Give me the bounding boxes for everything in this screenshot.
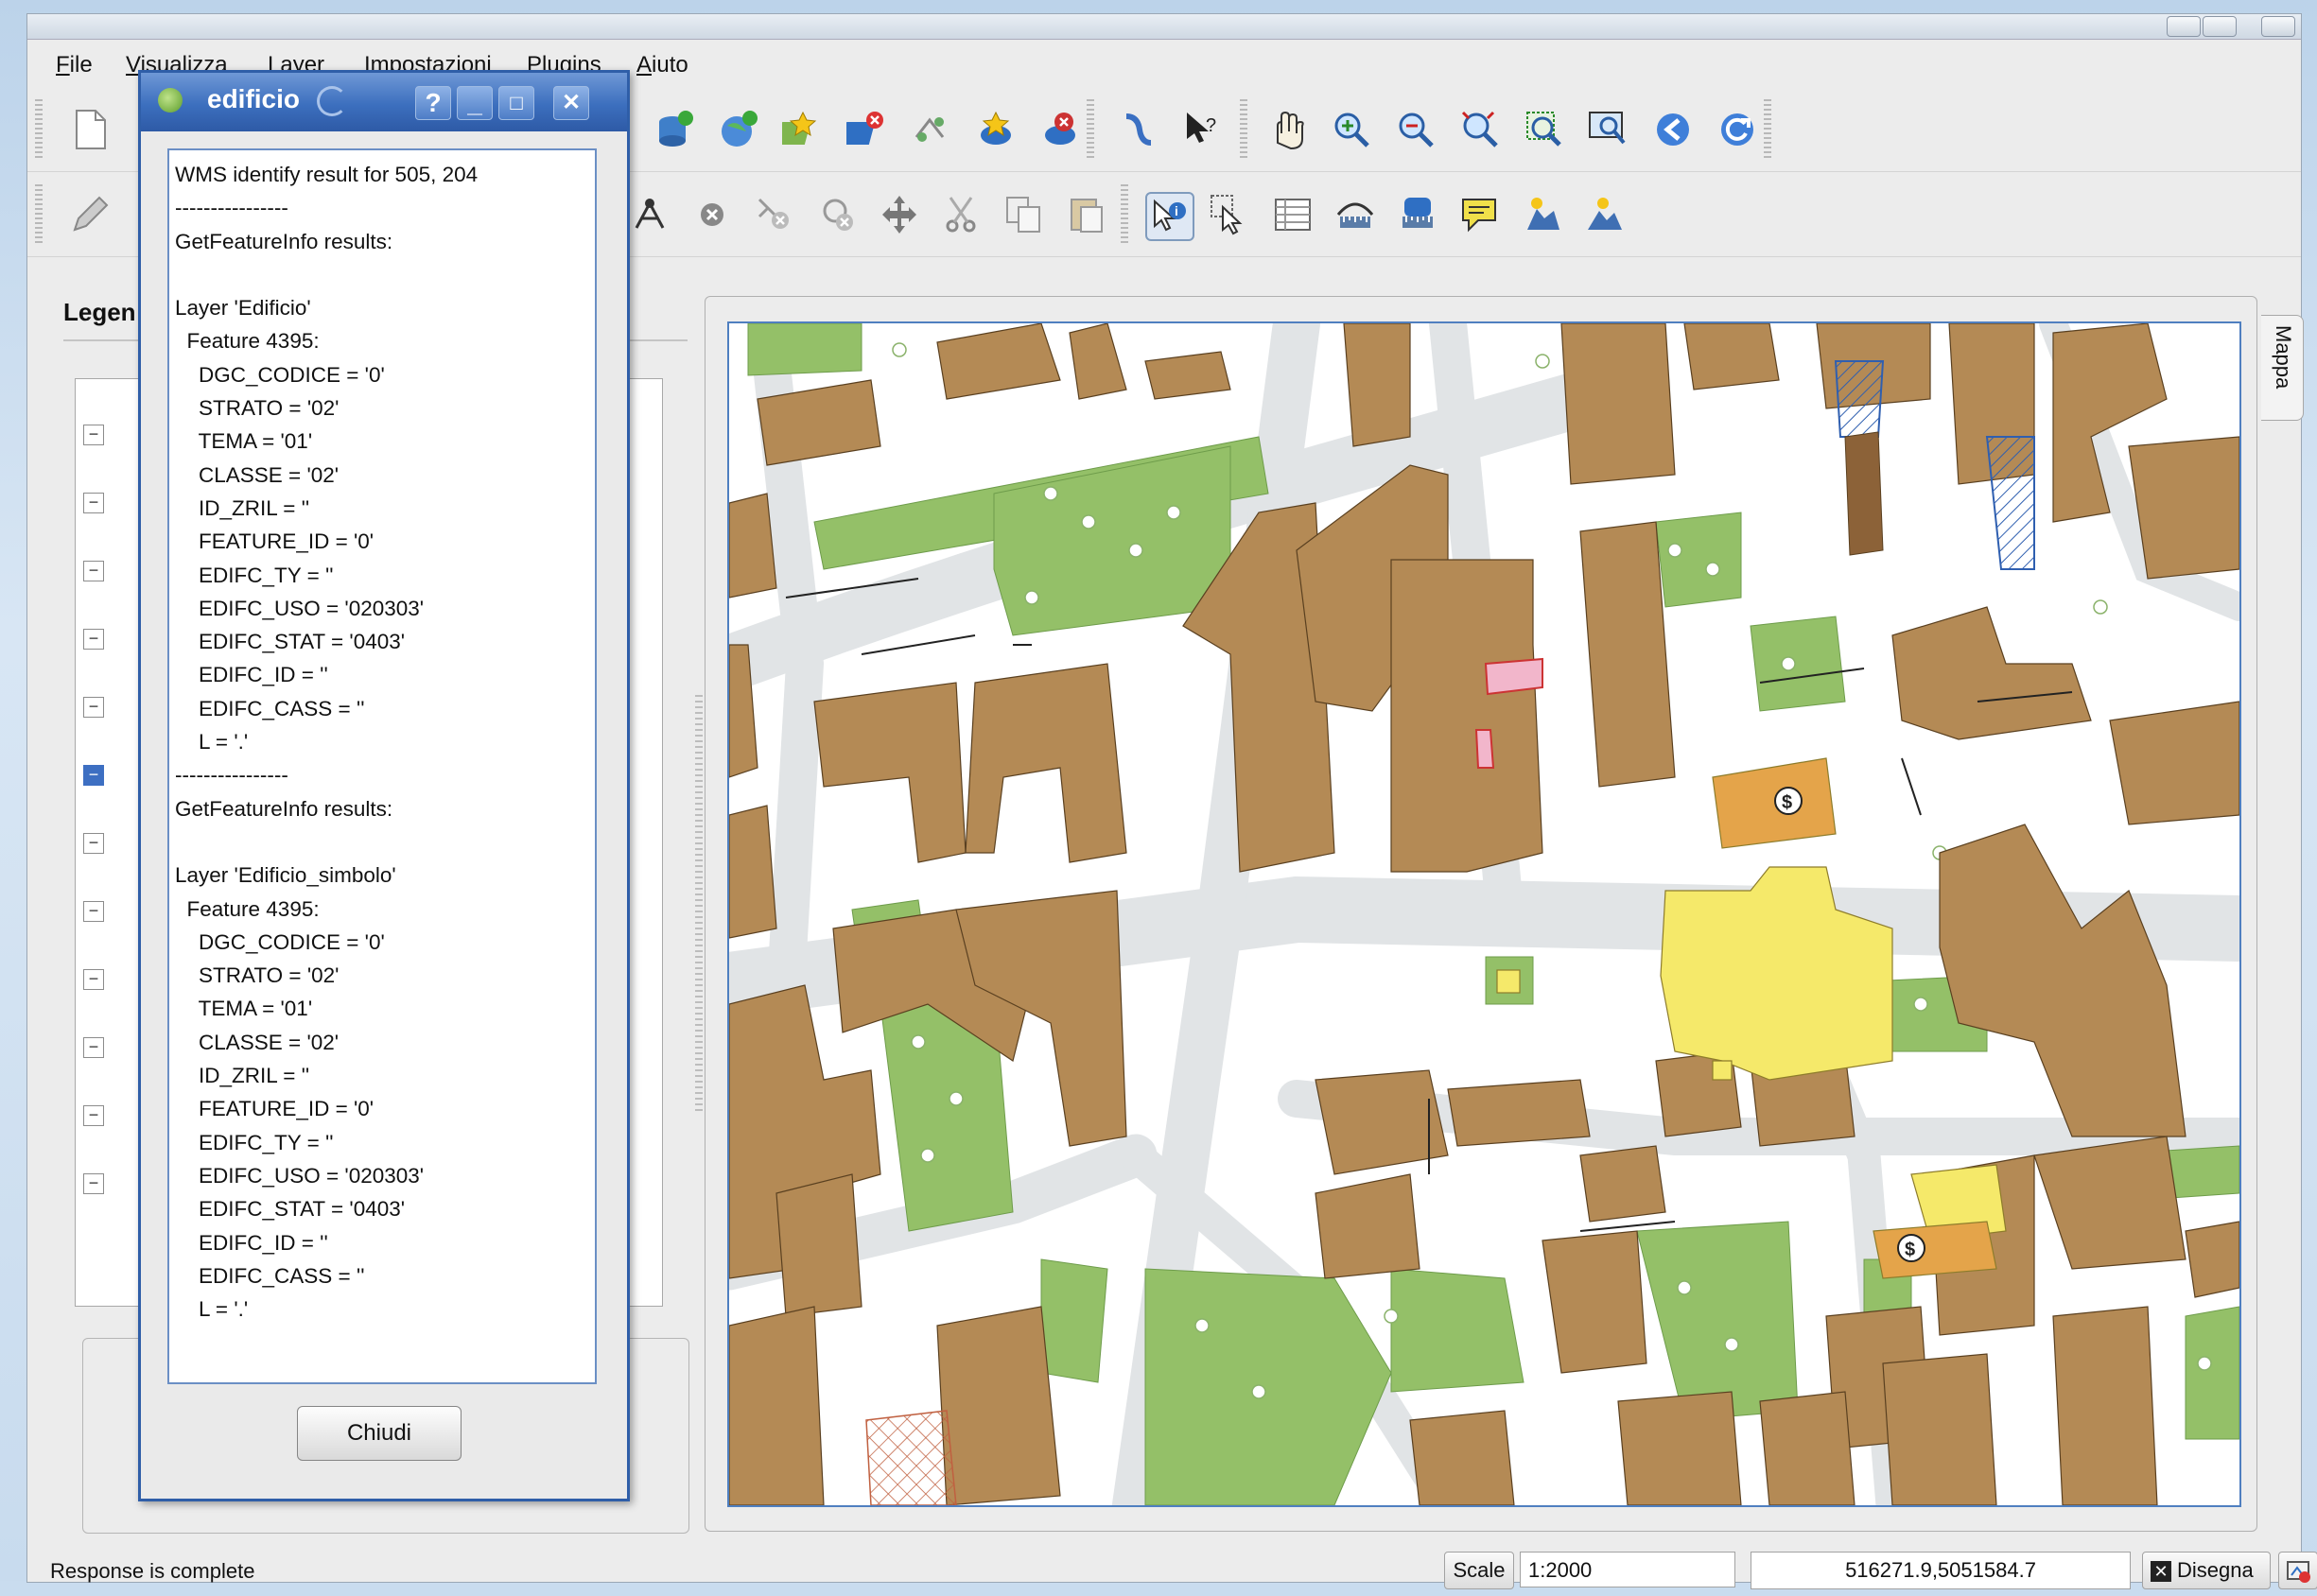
- dialog-titlebar[interactable]: edificio ? _ □ ✕: [141, 73, 627, 131]
- scale-label: Scale: [1444, 1552, 1514, 1589]
- coordinates-display: 516271.9,5051584.7: [1751, 1552, 2131, 1589]
- node-tool-icon[interactable]: [627, 192, 672, 237]
- delete-selected-icon[interactable]: [689, 192, 735, 237]
- help-icon[interactable]: ?: [1179, 107, 1225, 152]
- dialog-help-button[interactable]: ?: [415, 86, 451, 120]
- pink-parcel: [1474, 729, 1495, 769]
- add-spatialite-layer-icon[interactable]: [973, 107, 1019, 152]
- legend-expand-toggle[interactable]: −: [83, 493, 104, 513]
- select-icon[interactable]: [1208, 192, 1253, 237]
- status-message: Response is complete: [50, 1559, 255, 1583]
- add-text-annotation-icon[interactable]: [1520, 192, 1565, 237]
- crs-status-icon[interactable]: [2278, 1552, 2317, 1589]
- attribute-table-icon[interactable]: [1270, 192, 1315, 237]
- toolbar-grip[interactable]: [1087, 99, 1094, 160]
- map-rendering: $ $: [729, 323, 2239, 1505]
- legend-expand-toggle[interactable]: −: [83, 425, 104, 445]
- legend-expand-toggle[interactable]: −: [83, 1105, 104, 1126]
- paste-icon[interactable]: [1064, 192, 1109, 237]
- legend-expand-toggle[interactable]: −: [83, 901, 104, 922]
- toolbar-grip[interactable]: [1764, 99, 1771, 160]
- dark-building: [1844, 431, 1884, 556]
- identify-icon[interactable]: i: [1145, 192, 1194, 241]
- zoom-layer-icon[interactable]: [1522, 107, 1567, 152]
- tab-mappa[interactable]: Mappa: [2261, 315, 2304, 421]
- cut-icon[interactable]: [939, 192, 984, 237]
- qgis-app-icon: [158, 88, 183, 113]
- dialog-minimize-button[interactable]: _: [457, 86, 493, 120]
- zoom-last-icon[interactable]: [1650, 107, 1696, 152]
- window-minimize-button[interactable]: [2167, 16, 2201, 37]
- measure-line-icon[interactable]: [1333, 192, 1378, 237]
- remove-layer-icon[interactable]: [909, 107, 954, 152]
- add-postgis-layer-icon[interactable]: [780, 107, 826, 152]
- new-project-icon[interactable]: [67, 107, 113, 152]
- toolbar-grip[interactable]: [1121, 184, 1128, 245]
- legend-expand-toggle-selected[interactable]: −: [83, 765, 104, 786]
- map-tips-icon[interactable]: [1457, 192, 1503, 237]
- delete-part-icon[interactable]: [752, 192, 797, 237]
- dialog-maximize-button[interactable]: □: [498, 86, 534, 120]
- zoom-in-icon[interactable]: [1329, 107, 1374, 152]
- render-toggle[interactable]: ✕ Disegna: [2142, 1552, 2271, 1589]
- window-close-button[interactable]: [2261, 16, 2295, 37]
- identify-results-dialog: edificio ? _ □ ✕ WMS identify result for…: [138, 70, 630, 1501]
- remove-bookmark-icon[interactable]: [1115, 107, 1160, 152]
- move-feature-icon[interactable]: [877, 192, 922, 237]
- toolbar-grip[interactable]: [35, 99, 43, 160]
- add-form-annotation-icon[interactable]: [1582, 192, 1628, 237]
- hatched-parcel: [1834, 360, 1885, 438]
- pan-icon[interactable]: [1264, 107, 1310, 152]
- identify-results-text-area[interactable]: WMS identify result for 505, 204 -------…: [167, 148, 597, 1384]
- status-bar: Response is complete Scale 1:2000 516271…: [27, 1546, 2317, 1595]
- legend-expand-toggle[interactable]: −: [83, 629, 104, 650]
- legend-panel-title: Legen: [63, 298, 136, 326]
- svg-text:?: ?: [1206, 115, 1216, 136]
- window-titlebar: [27, 14, 2301, 40]
- legend-expand-toggle[interactable]: −: [83, 561, 104, 581]
- window-maximize-button[interactable]: [2203, 16, 2237, 37]
- zoom-selection-icon[interactable]: [1586, 107, 1631, 152]
- edit-pencil-icon[interactable]: [67, 192, 113, 237]
- legend-expand-toggle[interactable]: −: [83, 1173, 104, 1194]
- legend-expand-toggle[interactable]: −: [83, 969, 104, 990]
- toolbar-grip[interactable]: [1240, 99, 1247, 160]
- svg-text:i: i: [1175, 203, 1178, 218]
- legend-expand-toggle[interactable]: −: [83, 833, 104, 854]
- refresh-icon[interactable]: [1715, 107, 1760, 152]
- menu-aiuto[interactable]: Aiuto: [636, 52, 688, 78]
- render-label: Disegna: [2177, 1558, 2254, 1582]
- identify-results-text: WMS identify result for 505, 204 -------…: [175, 163, 479, 1322]
- zoom-full-icon[interactable]: [1457, 107, 1503, 152]
- scale-input[interactable]: 1:2000: [1520, 1552, 1735, 1587]
- new-bookmark-icon[interactable]: [1037, 107, 1083, 152]
- panel-splitter[interactable]: [695, 695, 703, 1111]
- toolbar-grip[interactable]: [35, 184, 43, 245]
- svg-text:$: $: [1905, 1240, 1915, 1260]
- map-canvas[interactable]: $ $: [727, 321, 2241, 1507]
- dialog-title: edificio: [207, 84, 301, 113]
- add-wms-layer-icon[interactable]: [845, 107, 890, 152]
- pink-parcel: [1484, 657, 1543, 696]
- add-raster-layer-icon[interactable]: [716, 107, 761, 152]
- legend-expand-toggle[interactable]: −: [83, 1037, 104, 1058]
- menu-file[interactable]: File: [56, 52, 93, 78]
- hatched-parcel: [865, 1410, 957, 1505]
- tab-mappa-label: Mappa: [2272, 325, 2295, 390]
- delete-ring-icon[interactable]: [814, 192, 860, 237]
- measure-area-icon[interactable]: [1395, 192, 1440, 237]
- render-checkbox[interactable]: ✕: [2151, 1561, 2171, 1583]
- add-vector-layer-icon[interactable]: [652, 107, 697, 152]
- chiudi-button[interactable]: Chiudi: [297, 1406, 462, 1461]
- busy-spinner-icon: [317, 86, 347, 116]
- zoom-out-icon[interactable]: [1393, 107, 1438, 152]
- dialog-close-button[interactable]: ✕: [553, 86, 589, 120]
- svg-text:$: $: [1782, 792, 1792, 813]
- legend-expand-toggle[interactable]: −: [83, 697, 104, 718]
- copy-icon[interactable]: [1002, 192, 1047, 237]
